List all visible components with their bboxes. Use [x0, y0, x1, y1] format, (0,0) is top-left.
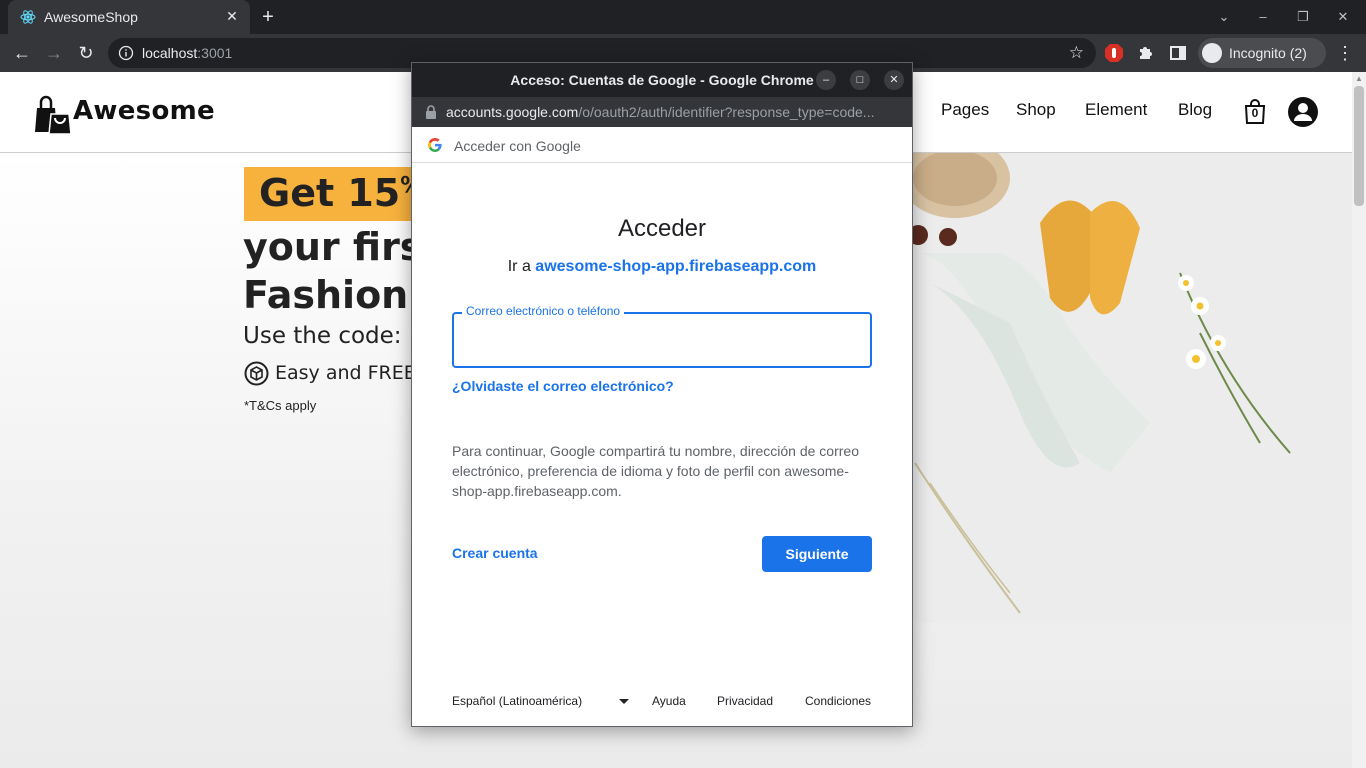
popup-close-icon[interactable]: ✕ [884, 70, 904, 90]
popup-url: accounts.google.com/o/oauth2/auth/identi… [446, 104, 894, 120]
terms-link[interactable]: Condiciones [805, 694, 871, 708]
incognito-label: Incognito (2) [1229, 45, 1307, 61]
promo-code-prefix: Use the code: [243, 323, 409, 349]
forward-icon[interactable]: → [43, 42, 65, 64]
popup-url-host: accounts.google.com [446, 104, 579, 120]
address-port: :3001 [197, 45, 233, 61]
site-logo-text[interactable]: Awesome [73, 96, 215, 126]
consent-text: Para continuar, Google compartirá tu nom… [452, 443, 859, 499]
tab-close-icon[interactable]: ✕ [224, 8, 240, 24]
email-field[interactable] [452, 312, 872, 368]
scrollbar-thumb[interactable] [1354, 86, 1364, 206]
delivery-box-icon [244, 361, 269, 386]
help-link[interactable]: Ayuda [652, 694, 686, 708]
address-url: localhost:3001 [142, 45, 232, 61]
app-domain-link[interactable]: awesome-shop-app.firebaseapp.com [535, 258, 816, 275]
window-close-icon[interactable]: ✕ [1335, 8, 1351, 26]
forgot-email-link[interactable]: ¿Olvidaste el correo electrónico? [452, 378, 674, 394]
language-caret-icon[interactable] [619, 699, 629, 704]
side-panel-icon[interactable] [1168, 43, 1188, 63]
reload-icon[interactable]: ↻ [75, 42, 97, 64]
popup-maximize-icon[interactable]: □ [850, 70, 870, 90]
popup-titlebar[interactable]: Acceso: Cuentas de Google - Google Chrom… [412, 63, 912, 97]
scroll-up-icon[interactable]: ▲ [1355, 75, 1363, 83]
cart-button[interactable]: 0 [1244, 98, 1266, 124]
popup-url-path: /o/oauth2/auth/identifier?response_type=… [578, 104, 875, 120]
cart-count: 0 [1251, 106, 1259, 120]
account-button[interactable] [1288, 97, 1318, 127]
browser-tabstrip: AwesomeShop ✕ + ⌄ – ❐ ✕ [0, 0, 1366, 34]
signin-subheading: Ir a awesome-shop-app.firebaseapp.com [412, 258, 912, 276]
google-signin-popup: Acceso: Cuentas de Google - Google Chrom… [411, 62, 913, 727]
new-tab-icon[interactable]: + [258, 7, 278, 27]
tab-awesomeshop[interactable]: AwesomeShop ✕ [8, 0, 250, 34]
lock-icon [426, 105, 436, 119]
nav-element[interactable]: Element [1085, 100, 1147, 120]
fashion-flatlay-image [900, 153, 1352, 623]
bookmark-star-icon[interactable]: ☆ [1069, 43, 1084, 63]
tab-search-chevron-icon[interactable]: ⌄ [1216, 8, 1232, 26]
nav-blog[interactable]: Blog [1178, 100, 1212, 120]
react-icon [20, 10, 36, 24]
signin-heading: Acceder [617, 215, 707, 242]
google-signin-bar: Acceder con Google [412, 127, 912, 163]
restore-icon[interactable]: ❐ [1295, 8, 1311, 26]
google-bar-label: Acceder con Google [454, 138, 581, 154]
address-host: localhost [142, 45, 198, 61]
incognito-icon [1202, 43, 1222, 63]
tab-title: AwesomeShop [44, 9, 138, 25]
google-g-icon [428, 138, 442, 152]
promo-badge-text: Get 15 [259, 171, 401, 215]
privacy-link[interactable]: Privacidad [717, 694, 773, 708]
incognito-badge[interactable]: Incognito (2) [1198, 38, 1326, 68]
promo-code: Use the code: 1 [243, 323, 425, 349]
language-selector[interactable]: Español (Latinoamérica) [452, 694, 582, 708]
shopping-bags-logo-icon[interactable] [33, 92, 73, 134]
extensions-puzzle-icon[interactable] [1136, 43, 1156, 63]
next-button[interactable]: Siguiente [762, 536, 872, 572]
create-account-link[interactable]: Crear cuenta [452, 545, 538, 561]
terms-note: *T&Cs apply [244, 398, 317, 413]
site-info-icon[interactable] [118, 45, 134, 61]
popup-window-title: Acceso: Cuentas de Google - Google Chrom… [510, 72, 814, 88]
page-scrollbar[interactable]: ▲ [1352, 72, 1366, 768]
chrome-menu-icon[interactable]: ⋮ [1336, 43, 1354, 63]
email-field-label: Correo electrónico o teléfono [462, 304, 625, 318]
user-icon [1294, 103, 1312, 121]
extension-stop-icon[interactable] [1104, 43, 1124, 63]
signin-sub-prefix: Ir a [507, 258, 536, 275]
promo-headline-line1: Get 15% [259, 171, 422, 215]
popup-minimize-icon[interactable]: – [816, 70, 836, 90]
popup-address-bar[interactable]: accounts.google.com/o/oauth2/auth/identi… [412, 97, 912, 127]
back-icon[interactable]: ← [11, 42, 33, 64]
nav-pages[interactable]: Pages [941, 100, 989, 120]
nav-shop[interactable]: Shop [1016, 100, 1056, 120]
minimize-icon[interactable]: – [1255, 8, 1271, 26]
